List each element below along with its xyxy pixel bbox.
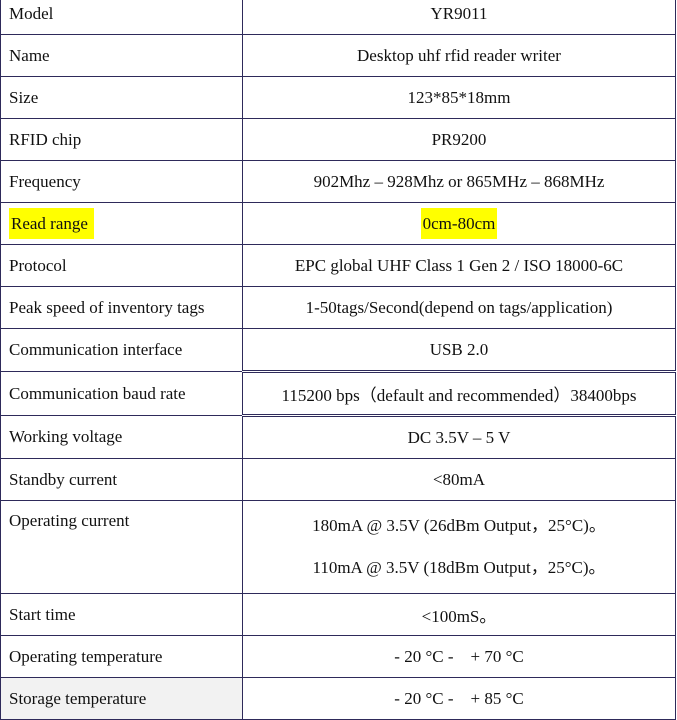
table-row-size: Size 123*85*18mm [0, 76, 676, 119]
table-row-storage-temperature: Storage temperature - 20 °C - + 85 °C [0, 677, 676, 720]
row-value: YR9011 [242, 0, 676, 35]
row-label: Frequency [0, 160, 243, 203]
row-value: <80mA [242, 458, 676, 501]
row-label: Start time [0, 593, 243, 636]
row-value: - 20 °C - + 70 °C [242, 635, 676, 678]
row-label: Peak speed of inventory tags [0, 286, 243, 329]
row-value-cell: 0cm-80cm [242, 202, 676, 245]
row-label: Size [0, 76, 243, 119]
row-value: DC 3.5V – 5 V [242, 415, 676, 459]
table-row-communication-interface: Communication interface USB 2.0 [0, 328, 676, 372]
row-value: 1-50tags/Second(depend on tags/applicati… [242, 286, 676, 329]
table-row-operating-current: Operating current 180mA @ 3.5V (26dBm Ou… [0, 500, 676, 594]
table-row-rfid-chip: RFID chip PR9200 [0, 118, 676, 161]
table-row-working-voltage: Working voltage DC 3.5V – 5 V [0, 415, 676, 459]
row-value: - 20 °C - + 85 °C [242, 677, 676, 720]
row-label: RFID chip [0, 118, 243, 161]
table-row-read-range: Read range 0cm-80cm [0, 202, 676, 245]
row-label: Communication interface [0, 328, 243, 372]
spec-table: Model YR9011 Name Desktop uhf rfid reade… [0, 0, 676, 720]
row-value: 902Mhz – 928Mhz or 865MHz – 868MHz [242, 160, 676, 203]
table-row-frequency: Frequency 902Mhz – 928Mhz or 865MHz – 86… [0, 160, 676, 203]
table-row-name: Name Desktop uhf rfid reader writer [0, 34, 676, 77]
table-row-operating-temperature: Operating temperature - 20 °C - + 70 °C [0, 635, 676, 678]
row-label: Working voltage [0, 415, 243, 459]
row-value: PR9200 [242, 118, 676, 161]
row-value: USB 2.0 [242, 328, 676, 372]
row-value: EPC global UHF Class 1 Gen 2 / ISO 18000… [242, 244, 676, 287]
row-value-cell: 180mA @ 3.5V (26dBm Output，25°C)。 110mA … [242, 500, 676, 594]
table-row-start-time: Start time <100mS。 [0, 593, 676, 636]
table-row-peak-speed: Peak speed of inventory tags 1-50tags/Se… [0, 286, 676, 329]
row-label: Storage temperature [0, 677, 243, 720]
row-value: Desktop uhf rfid reader writer [242, 34, 676, 77]
row-label: Model [0, 0, 243, 35]
row-label: Protocol [0, 244, 243, 287]
table-row-standby-current: Standby current <80mA [0, 458, 676, 501]
row-label: Read range [9, 207, 94, 239]
row-label: Communication baud rate [0, 371, 243, 416]
row-label-cell: Read range [0, 202, 243, 245]
row-value: 0cm-80cm [420, 207, 498, 239]
row-label: Operating current [0, 500, 243, 594]
row-value: 123*85*18mm [242, 76, 676, 119]
table-row-model: Model YR9011 [0, 0, 676, 35]
row-label: Operating temperature [0, 635, 243, 678]
row-label: Standby current [0, 458, 243, 501]
row-value-line: 110mA @ 3.5V (18dBm Output，25°C)。 [312, 558, 606, 577]
table-row-protocol: Protocol EPC global UHF Class 1 Gen 2 / … [0, 244, 676, 287]
row-value: <100mS。 [242, 593, 676, 636]
table-row-baud-rate: Communication baud rate 115200 bps（defau… [0, 370, 676, 417]
row-value-line: 180mA @ 3.5V (26dBm Output，25°C)。 [312, 516, 606, 535]
row-value: 115200 bps（default and recommended）38400… [242, 370, 676, 417]
row-label: Name [0, 34, 243, 77]
